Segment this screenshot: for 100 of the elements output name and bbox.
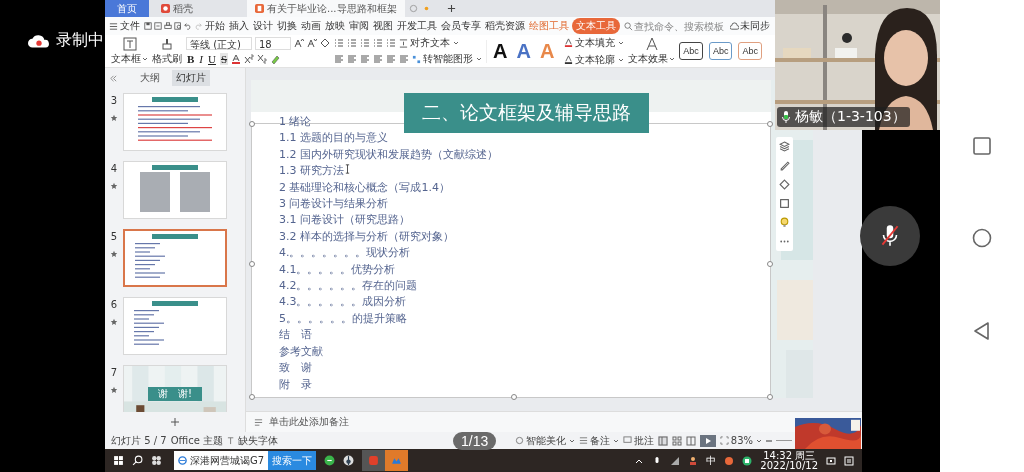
slide-thumbnail[interactable]: 谢 谢! <box>123 365 227 412</box>
ribbon-tab[interactable]: 审阅 <box>348 18 370 34</box>
text-style-preset[interactable]: A <box>516 39 531 63</box>
taskbar-search-field[interactable]: 深港网营城谒G7 <box>174 451 270 470</box>
preview-icon[interactable] <box>174 22 182 30</box>
undo-icon[interactable] <box>184 22 192 30</box>
ribbon-tab[interactable]: 开始 <box>204 18 226 34</box>
text-style-preset[interactable]: A <box>493 39 508 63</box>
zoom-out-icon[interactable] <box>766 438 772 443</box>
square-icon[interactable] <box>779 198 790 209</box>
text-format-button[interactable]: S <box>219 53 229 65</box>
align-text-button[interactable]: 对齐文本 <box>399 36 459 50</box>
tray-app-icon[interactable] <box>742 455 753 466</box>
shape-style-preset[interactable]: Abc <box>738 42 762 60</box>
text-effect-button[interactable]: 文本效果 <box>628 36 676 66</box>
layers-icon[interactable] <box>779 141 790 152</box>
network-icon[interactable] <box>670 455 681 466</box>
taskbar-clock[interactable]: 14:32 周三 2022/10/12 <box>760 450 818 471</box>
text-format-button[interactable]: B <box>186 53 196 65</box>
grow-font-icon[interactable] <box>294 38 304 48</box>
shape-style-preset[interactable]: Abc <box>708 42 733 60</box>
search-icon[interactable] <box>132 455 143 466</box>
notes-placeholder[interactable]: 单击此处添加备注 <box>269 415 349 429</box>
pen-icon[interactable] <box>779 160 790 171</box>
missing-fonts-button[interactable]: 缺失字体 <box>227 433 278 448</box>
ribbon-tab[interactable]: 切换 <box>276 18 298 34</box>
play-button-icon[interactable] <box>699 434 716 447</box>
slide-thumbnail[interactable] <box>123 229 227 287</box>
outline-line: 3 问卷设计与结果分析 <box>279 196 389 213</box>
show-desktop-icon[interactable] <box>826 455 836 466</box>
shrink-font-icon[interactable] <box>307 38 317 48</box>
save-icon[interactable] <box>144 22 152 30</box>
sync-button[interactable]: 未同步 <box>730 19 770 33</box>
panel-tab[interactable]: 幻灯片 <box>172 70 210 86</box>
outline-line: 3.2 样本的选择与分析（研究对象） <box>279 228 454 245</box>
outline-line: 4.。。。。。。。现状分析 <box>279 245 411 262</box>
ribbon-tab[interactable]: 稻壳资源 <box>484 18 526 34</box>
search-button[interactable]: 搜索一下 <box>268 451 316 470</box>
input-method-indicator[interactable]: 中 <box>706 453 717 468</box>
title-bar-drawing <box>152 97 198 102</box>
command-search-field[interactable]: 查找命令、搜索模板 <box>624 20 728 32</box>
notes-button[interactable]: 备注 <box>578 433 619 448</box>
panel-tab[interactable]: 大纲 <box>136 70 164 86</box>
add-slide-icon[interactable] <box>170 417 180 427</box>
app-icon <box>368 455 379 466</box>
docer-icon <box>161 4 170 13</box>
ribbon-tab[interactable]: 会员专享 <box>440 18 482 34</box>
browser-icon <box>178 456 187 465</box>
ribbon-tab[interactable]: 绘图工具 <box>528 18 570 34</box>
lightbulb-icon[interactable] <box>779 217 790 228</box>
comments-button[interactable]: 批注 <box>622 433 654 448</box>
grid-view-icon[interactable] <box>671 435 682 446</box>
notification-icon[interactable] <box>844 455 854 466</box>
document-tab[interactable]: 有关于毕业论...导思路和框架 <box>247 0 405 17</box>
ribbon-tab[interactable]: 放映 <box>324 18 346 34</box>
slide-caption: 谢 谢! <box>148 387 202 401</box>
shape-fill-icon[interactable] <box>779 179 790 190</box>
highlight-icon[interactable] <box>270 54 281 64</box>
font-icon <box>227 436 236 445</box>
text-fill-button[interactable]: 文本填充 <box>564 35 625 50</box>
normal-view-icon[interactable] <box>657 435 668 446</box>
home-button-icon[interactable] <box>972 228 992 249</box>
print-icon[interactable] <box>164 22 172 30</box>
recents-button-icon[interactable] <box>972 136 992 157</box>
ribbon-tab[interactable]: 插入 <box>228 18 250 34</box>
file-menu[interactable]: 文件 <box>109 19 140 33</box>
font-select[interactable]: 等线 (正文) <box>186 36 252 50</box>
zoom-level[interactable]: 83% <box>719 435 762 446</box>
font-size-select[interactable]: 18 <box>255 36 291 50</box>
text-format-button[interactable]: U <box>207 53 217 65</box>
people-icon[interactable] <box>688 455 699 466</box>
eraser-icon[interactable] <box>320 38 330 48</box>
convert-smartart-button[interactable]: 转智能图形 <box>412 52 482 66</box>
document-tab[interactable]: 首页 <box>105 0 149 17</box>
textbox-button[interactable]: 文本框 <box>111 36 148 66</box>
windows-start-icon[interactable] <box>113 455 124 466</box>
ribbon-tab[interactable]: 动画 <box>300 18 322 34</box>
slides-file-icon <box>255 4 264 13</box>
text-outline-button[interactable]: 文本轮廓 <box>564 52 625 67</box>
widgets-icon[interactable] <box>151 455 162 466</box>
shape-style-preset[interactable]: Abc <box>679 42 703 60</box>
reading-view-icon[interactable] <box>685 435 696 446</box>
ribbon-tab[interactable]: 视图 <box>372 18 394 34</box>
outline-line: 1.3 研究方法 <box>279 163 344 180</box>
chat-app-icon[interactable] <box>324 455 335 466</box>
ribbon-tab[interactable]: 设计 <box>252 18 274 34</box>
format-painter-button[interactable]: 格式刷 <box>152 36 182 66</box>
new-tab-icon[interactable] <box>446 4 456 13</box>
text-format-button[interactable]: I <box>198 53 204 65</box>
outline-line: 附 录 <box>279 376 312 393</box>
font-color-icon[interactable] <box>231 54 242 64</box>
outline-line: 1.2 国内外研究现状和发展趋势（文献综述） <box>279 146 498 163</box>
subscript-icon[interactable] <box>257 54 268 64</box>
document-tab[interactable]: 稻壳 <box>153 0 243 17</box>
collapse-icon[interactable] <box>109 73 118 83</box>
ribbon-tab[interactable]: 开发工具 <box>396 18 438 34</box>
superscript-icon[interactable] <box>244 54 255 64</box>
back-button-icon[interactable] <box>972 320 992 341</box>
beautify-button[interactable]: 智能美化 <box>514 433 575 448</box>
caret-icon <box>618 39 625 46</box>
